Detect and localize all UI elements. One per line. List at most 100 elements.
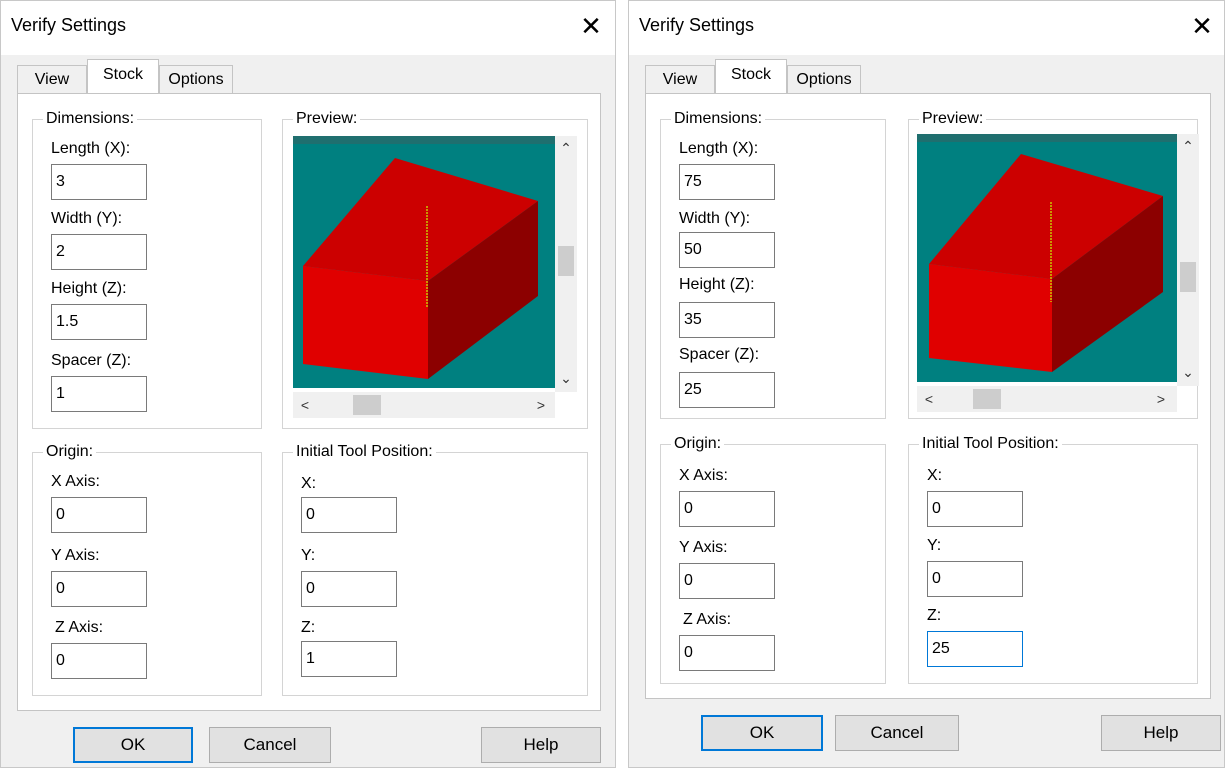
length-field[interactable]: 75 xyxy=(679,164,775,200)
origin-z-label: Z Axis: xyxy=(683,611,732,628)
width-field[interactable]: 2 xyxy=(51,234,147,270)
spacer-label: Spacer (Z): xyxy=(51,352,132,369)
initial-tool-position-group: Initial Tool Position: X: 0 Y: 0 Z: 25 xyxy=(908,435,1198,684)
dimensions-legend: Dimensions: xyxy=(43,110,138,128)
initial-tool-position-group: Initial Tool Position: X: 0 Y: 0 Z: 1 xyxy=(282,443,588,696)
preview-group: Preview: ⌃ ⌄ < > xyxy=(282,110,588,429)
tab-options[interactable]: Options xyxy=(787,65,861,93)
origin-group: Origin: X Axis: 0 Y Axis: 0 Z Axis: 0 xyxy=(660,435,886,684)
length-label: Length (X): xyxy=(51,140,131,157)
chevron-left-icon[interactable]: < xyxy=(919,389,939,409)
origin-legend: Origin: xyxy=(671,435,725,453)
verify-settings-dialog-right: Verify Settings ✕ View Stock Options Dim… xyxy=(628,0,1225,768)
help-button[interactable]: Help xyxy=(481,727,601,763)
origin-z-field[interactable]: 0 xyxy=(679,635,775,671)
tool-z-label: Z: xyxy=(301,619,316,636)
chevron-down-icon[interactable]: ⌄ xyxy=(1178,362,1198,382)
dimensions-group: Dimensions: Length (X): 3 Width (Y): 2 H… xyxy=(32,110,262,429)
origin-y-label: Y Axis: xyxy=(679,539,728,556)
preview-viewport[interactable]: ⌃ ⌄ < > xyxy=(293,136,577,420)
tool-z-field[interactable]: 25 xyxy=(927,631,1023,667)
preview-vertical-scrollbar[interactable]: ⌃ ⌄ xyxy=(555,136,577,392)
stock-tab-panel: Dimensions: Length (X): 75 Width (Y): 50… xyxy=(645,93,1211,699)
height-label: Height (Z): xyxy=(51,280,127,297)
vertical-scroll-thumb[interactable] xyxy=(558,246,574,276)
width-field[interactable]: 50 xyxy=(679,232,775,268)
tool-x-label: X: xyxy=(301,475,317,492)
spacer-field[interactable]: 25 xyxy=(679,372,775,408)
initial-tool-position-legend: Initial Tool Position: xyxy=(919,435,1062,453)
preview-vertical-scrollbar[interactable]: ⌃ ⌄ xyxy=(1177,134,1199,386)
chevron-right-icon[interactable]: > xyxy=(1151,389,1171,409)
help-button[interactable]: Help xyxy=(1101,715,1221,751)
origin-x-field[interactable]: 0 xyxy=(51,497,147,533)
tool-y-label: Y: xyxy=(927,537,942,554)
dimensions-group: Dimensions: Length (X): 75 Width (Y): 50… xyxy=(660,110,886,419)
origin-x-label: X Axis: xyxy=(679,467,728,484)
chevron-down-icon[interactable]: ⌄ xyxy=(556,368,576,388)
height-field[interactable]: 35 xyxy=(679,302,775,338)
chevron-up-icon[interactable]: ⌃ xyxy=(556,138,576,158)
tab-view[interactable]: View xyxy=(645,65,715,93)
title-bar: Verify Settings ✕ xyxy=(1,1,615,55)
tool-z-label: Z: xyxy=(927,607,942,624)
dialog-title: Verify Settings xyxy=(639,15,755,35)
origin-z-label: Z Axis: xyxy=(55,619,104,636)
spacer-field[interactable]: 1 xyxy=(51,376,147,412)
length-field[interactable]: 3 xyxy=(51,164,147,200)
chevron-right-icon[interactable]: > xyxy=(531,395,551,415)
stock-front-face xyxy=(929,264,1052,372)
stock-tab-panel: Dimensions: Length (X): 3 Width (Y): 2 H… xyxy=(17,93,601,711)
tab-stock[interactable]: Stock xyxy=(87,59,159,93)
ok-button[interactable]: OK xyxy=(701,715,823,751)
tool-y-field[interactable]: 0 xyxy=(927,561,1023,597)
ok-button[interactable]: OK xyxy=(73,727,193,763)
chevron-up-icon[interactable]: ⌃ xyxy=(1178,136,1198,156)
preview-top-band xyxy=(293,136,555,144)
stock-preview-3d xyxy=(293,136,555,392)
height-field[interactable]: 1.5 xyxy=(51,304,147,340)
preview-group: Preview: ⌃ ⌄ < > xyxy=(908,110,1199,419)
close-icon[interactable]: ✕ xyxy=(1187,11,1217,41)
origin-group: Origin: X Axis: 0 Y Axis: 0 Z Axis: 0 xyxy=(32,443,262,696)
preview-legend: Preview: xyxy=(293,110,361,128)
stock-front-face xyxy=(303,266,428,379)
origin-legend: Origin: xyxy=(43,443,97,461)
tool-x-field[interactable]: 0 xyxy=(301,497,397,533)
cancel-button[interactable]: Cancel xyxy=(209,727,331,763)
spacer-label: Spacer (Z): xyxy=(679,346,760,363)
width-label: Width (Y): xyxy=(51,210,123,227)
origin-y-field[interactable]: 0 xyxy=(51,571,147,607)
tool-y-field[interactable]: 0 xyxy=(301,571,397,607)
horizontal-scroll-thumb[interactable] xyxy=(353,395,381,415)
initial-tool-position-legend: Initial Tool Position: xyxy=(293,443,436,461)
tab-stock[interactable]: Stock xyxy=(715,59,787,93)
tool-x-field[interactable]: 0 xyxy=(927,491,1023,527)
origin-x-label: X Axis: xyxy=(51,473,100,490)
preview-legend: Preview: xyxy=(919,110,987,128)
origin-y-field[interactable]: 0 xyxy=(679,563,775,599)
verify-settings-dialog-left: Verify Settings ✕ View Stock Options Dim… xyxy=(0,0,616,768)
width-label: Width (Y): xyxy=(679,210,751,227)
dimensions-legend: Dimensions: xyxy=(671,110,766,128)
length-label: Length (X): xyxy=(679,140,759,157)
cancel-button[interactable]: Cancel xyxy=(835,715,959,751)
stock-preview-3d xyxy=(917,134,1177,386)
origin-z-field[interactable]: 0 xyxy=(51,643,147,679)
dialog-title: Verify Settings xyxy=(11,15,127,35)
tool-y-label: Y: xyxy=(301,547,316,564)
preview-viewport[interactable]: ⌃ ⌄ < > xyxy=(917,134,1199,412)
horizontal-scroll-thumb[interactable] xyxy=(973,389,1001,409)
vertical-scroll-thumb[interactable] xyxy=(1180,262,1196,292)
preview-horizontal-scrollbar[interactable]: < > xyxy=(917,386,1177,412)
close-icon[interactable]: ✕ xyxy=(576,11,606,41)
preview-horizontal-scrollbar[interactable]: < > xyxy=(293,392,555,418)
tool-z-field[interactable]: 1 xyxy=(301,641,397,677)
preview-top-band xyxy=(917,134,1177,142)
origin-x-field[interactable]: 0 xyxy=(679,491,775,527)
tab-options[interactable]: Options xyxy=(159,65,233,93)
tab-view[interactable]: View xyxy=(17,65,87,93)
title-bar: Verify Settings ✕ xyxy=(629,1,1224,55)
origin-y-label: Y Axis: xyxy=(51,547,100,564)
chevron-left-icon[interactable]: < xyxy=(295,395,315,415)
